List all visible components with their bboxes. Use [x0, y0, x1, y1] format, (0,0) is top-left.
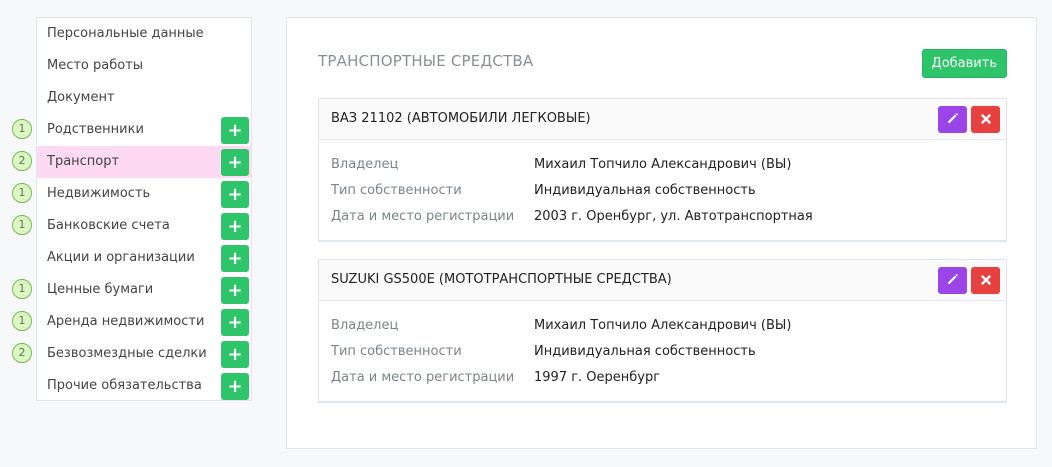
- count-badge: 1: [12, 183, 32, 203]
- plus-icon: +: [227, 248, 243, 269]
- add-rent-button[interactable]: +: [221, 309, 249, 336]
- field-row: Владелец Михаил Топчило Александрович (В…: [319, 313, 1006, 339]
- add-securities-button[interactable]: +: [221, 277, 249, 304]
- sidebar-item-label: Документ: [47, 90, 115, 105]
- close-icon: [980, 275, 991, 285]
- sidebar-item-label: Банковские счета: [47, 218, 170, 233]
- field-row: Владелец Михаил Топчило Александрович (В…: [319, 152, 1006, 178]
- field-label: Дата и место регистрации: [331, 209, 515, 224]
- card-body: Владелец Михаил Топчило Александрович (В…: [319, 301, 1006, 401]
- plus-icon: +: [227, 312, 243, 333]
- sidebar-item-shares[interactable]: Акции и организации +: [37, 242, 251, 274]
- card-header: ВАЗ 21102 (АВТОМОБИЛИ ЛЕГКОВЫЕ): [319, 99, 1006, 140]
- sidebar-item-gratuitous[interactable]: 2 Безвозмездные сделки +: [12, 338, 251, 370]
- sidebar-item-relatives[interactable]: 1 Родственники +: [12, 114, 251, 146]
- plus-icon: +: [227, 216, 243, 237]
- sidebar-item-label: Безвозмездные сделки: [47, 346, 207, 361]
- plus-icon: +: [227, 184, 243, 205]
- add-realty-button[interactable]: +: [221, 181, 249, 208]
- card-title: SUZUKI GS500E (МОТОТРАНСПОРТНЫЕ СРЕДСТВА…: [331, 272, 672, 287]
- count-badge: 1: [12, 311, 32, 331]
- add-other-obligations-button[interactable]: +: [221, 373, 249, 400]
- sidebar-item-other-obligations[interactable]: Прочие обязательства +: [37, 370, 251, 402]
- count-badge: 1: [12, 215, 32, 235]
- pencil-icon: [947, 112, 958, 123]
- sidebar-item-transport[interactable]: 2 Транспорт +: [12, 146, 251, 178]
- sidebar-item-bank-accounts[interactable]: 1 Банковские счета +: [12, 210, 251, 242]
- plus-icon: +: [227, 376, 243, 397]
- vehicle-card: SUZUKI GS500E (МОТОТРАНСПОРТНЫЕ СРЕДСТВА…: [318, 259, 1007, 403]
- sidebar-item-label: Акции и организации: [47, 250, 195, 265]
- field-value: Михаил Топчило Александрович (ВЫ): [534, 157, 792, 172]
- page-title: ТРАНСПОРТНЫЕ СРЕДСТВА: [318, 52, 534, 70]
- card-title: ВАЗ 21102 (АВТОМОБИЛИ ЛЕГКОВЫЕ): [331, 111, 591, 126]
- sidebar-item-personal[interactable]: Персональные данные: [37, 18, 251, 50]
- field-value: 2003 г. Оренбург, ул. Автотранспортная: [534, 209, 813, 224]
- count-badge: 2: [12, 151, 32, 171]
- sidebar-item-label: Ценные бумаги: [47, 282, 154, 297]
- sidebar-item-label: Родственники: [47, 122, 144, 137]
- field-label: Владелец: [331, 318, 399, 333]
- field-value: Индивидуальная собственность: [534, 344, 756, 359]
- field-row: Дата и место регистрации 2003 г. Оренбур…: [319, 204, 1006, 230]
- field-row: Тип собственности Индивидуальная собстве…: [319, 178, 1006, 204]
- plus-icon: +: [227, 344, 243, 365]
- count-badge: 2: [12, 343, 32, 363]
- add-vehicle-button[interactable]: Добавить: [921, 49, 1007, 78]
- sidebar-nav: Персональные данные Место работы Докумен…: [12, 17, 252, 402]
- field-label: Тип собственности: [331, 183, 462, 198]
- count-badge: 1: [12, 279, 32, 299]
- field-value: 1997 г. Оеренбург: [534, 370, 661, 385]
- sidebar-item-label: Аренда недвижимости: [47, 314, 205, 329]
- field-label: Тип собственности: [331, 344, 462, 359]
- delete-button[interactable]: [971, 106, 1000, 133]
- sidebar-item-label: Прочие обязательства: [47, 378, 202, 393]
- sidebar-item-label: Транспорт: [47, 154, 120, 169]
- sidebar-item-realty[interactable]: 1 Недвижимость +: [12, 178, 251, 210]
- delete-button[interactable]: [971, 267, 1000, 294]
- edit-button[interactable]: [938, 106, 967, 133]
- main-panel: ТРАНСПОРТНЫЕ СРЕДСТВА Добавить ВАЗ 21102…: [286, 17, 1037, 449]
- sidebar-item-label: Персональные данные: [47, 26, 204, 41]
- add-shares-button[interactable]: +: [221, 245, 249, 272]
- card-body: Владелец Михаил Топчило Александрович (В…: [319, 140, 1006, 240]
- card-header: SUZUKI GS500E (МОТОТРАНСПОРТНЫЕ СРЕДСТВА…: [319, 260, 1006, 301]
- add-bank-account-button[interactable]: +: [221, 213, 249, 240]
- count-badge: 1: [12, 119, 32, 139]
- add-transport-button[interactable]: +: [221, 149, 249, 176]
- sidebar-item-document[interactable]: Документ: [37, 82, 251, 114]
- vehicle-card: ВАЗ 21102 (АВТОМОБИЛИ ЛЕГКОВЫЕ) Владелец…: [318, 98, 1007, 242]
- field-value: Михаил Топчило Александрович (ВЫ): [534, 318, 792, 333]
- field-row: Тип собственности Индивидуальная собстве…: [319, 339, 1006, 365]
- plus-icon: +: [227, 120, 243, 141]
- close-icon: [980, 114, 991, 124]
- field-value: Индивидуальная собственность: [534, 183, 756, 198]
- field-row: Дата и место регистрации 1997 г. Оеренбу…: [319, 365, 1006, 391]
- edit-button[interactable]: [938, 267, 967, 294]
- pencil-icon: [947, 273, 958, 284]
- sidebar-item-label: Недвижимость: [47, 186, 151, 201]
- sidebar-item-rent[interactable]: 1 Аренда недвижимости +: [12, 306, 251, 338]
- sidebar-item-work[interactable]: Место работы: [37, 50, 251, 82]
- field-label: Владелец: [331, 157, 399, 172]
- add-relatives-button[interactable]: +: [221, 117, 249, 144]
- sidebar-item-label: Место работы: [47, 58, 144, 73]
- plus-icon: +: [227, 152, 243, 173]
- plus-icon: +: [227, 280, 243, 301]
- field-label: Дата и место регистрации: [331, 370, 515, 385]
- add-gratuitous-button[interactable]: +: [221, 341, 249, 368]
- sidebar-item-securities[interactable]: 1 Ценные бумаги +: [12, 274, 251, 306]
